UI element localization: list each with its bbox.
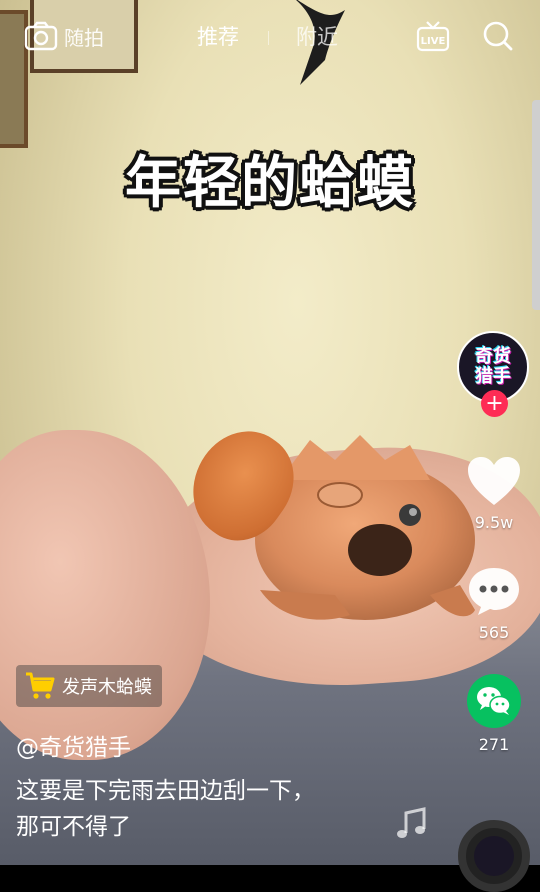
avatar-text-line2: 猎手 xyxy=(475,366,511,387)
follow-button[interactable]: + xyxy=(481,390,508,417)
live-icon: LIVE xyxy=(416,21,450,52)
tab-nearby[interactable]: 附近 xyxy=(296,20,338,52)
caption-line: 这要是下完雨去田边刮一下， xyxy=(16,778,315,804)
live-text: LIVE xyxy=(421,36,446,47)
share-button[interactable]: 271 xyxy=(462,673,526,754)
cart-icon xyxy=(26,672,55,699)
comment-icon xyxy=(469,568,519,615)
video-caption: 这要是下完雨去田边刮一下， 那可不得了 xyxy=(16,773,416,845)
tab-divider xyxy=(268,31,269,45)
like-button[interactable]: 9.5w xyxy=(462,455,526,532)
search-icon xyxy=(483,21,513,51)
tab-recommend[interactable]: 推荐 xyxy=(197,20,239,52)
product-link[interactable]: 发声木蛤蟆 xyxy=(16,665,162,707)
author-name[interactable]: @奇货猎手 xyxy=(16,728,131,762)
comment-count: 565 xyxy=(478,623,510,642)
music-disc[interactable] xyxy=(458,820,530,892)
music-disc-cover xyxy=(474,836,514,876)
wechat-icon xyxy=(467,674,521,728)
like-count: 9.5w xyxy=(474,513,514,532)
music-note-icon xyxy=(397,807,426,838)
top-bar: 随拍 推荐 附近 LIVE xyxy=(0,0,540,72)
caption-line: 那可不得了 xyxy=(16,814,131,840)
heart-icon xyxy=(468,457,520,505)
capture-label: 随拍 xyxy=(64,25,104,50)
share-count: 271 xyxy=(478,735,510,754)
camera-icon xyxy=(24,21,58,51)
live-button[interactable]: LIVE xyxy=(416,20,450,52)
search-button[interactable] xyxy=(482,20,514,52)
video-headline: 年轻的蛤蟆 xyxy=(125,151,415,216)
capture-button[interactable]: 随拍 xyxy=(24,20,104,52)
avatar-text-line1: 奇货 xyxy=(475,346,511,367)
product-label: 发声木蛤蟆 xyxy=(62,677,152,698)
comment-button[interactable]: 565 xyxy=(462,565,526,642)
